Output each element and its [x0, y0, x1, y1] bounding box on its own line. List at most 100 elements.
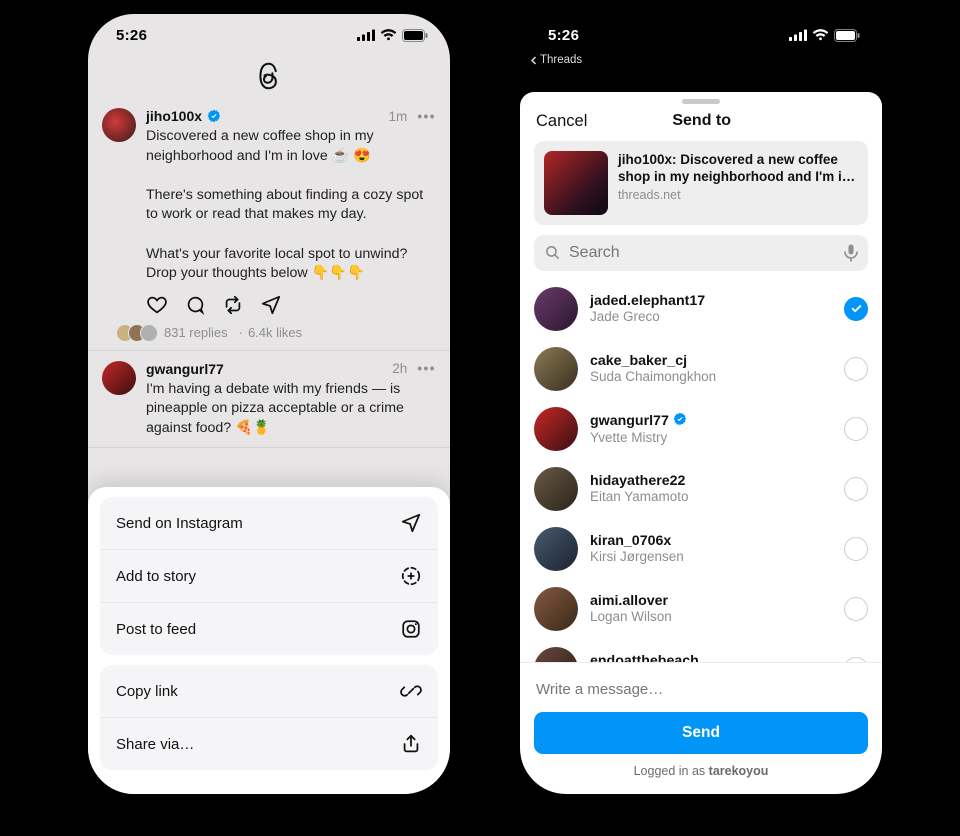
recipient-select-radio[interactable] [844, 297, 868, 321]
recipient-name: Yvette Mistry [590, 430, 832, 445]
recipient-handle: aimi.allover [590, 593, 668, 609]
share-up-icon [400, 733, 422, 755]
reply-icon[interactable] [184, 294, 206, 316]
share-option-copy-link[interactable]: Copy link [100, 665, 438, 717]
recipient-row[interactable]: kiran_0706xKirsi Jørgensen [534, 519, 868, 579]
recipient-select-radio[interactable] [844, 537, 868, 561]
recipient-select-radio[interactable] [844, 477, 868, 501]
post[interactable]: gwangurl77 2h ••• I'm having a debate wi… [88, 351, 450, 448]
recipient-select-radio[interactable] [844, 597, 868, 621]
avatar [534, 287, 578, 331]
avatar [534, 347, 578, 391]
recipient-handle: gwangurl77 [590, 413, 669, 429]
avatar[interactable] [102, 361, 136, 395]
like-icon[interactable] [146, 294, 168, 316]
share-preview: jiho100x: Discovered a new coffee shop i… [534, 141, 868, 225]
logged-in-as: Logged in as tarekoyou [534, 754, 868, 790]
recipient-handle: kiran_0706x [590, 533, 671, 549]
post-age: 2h [392, 361, 407, 376]
recipient-row[interactable]: gwangurl77Yvette Mistry [534, 399, 868, 459]
preview-text: jiho100x: Discovered a new coffee shop i… [618, 152, 855, 185]
verified-badge-icon [207, 109, 221, 123]
recipient-handle: cake_baker_cj [590, 353, 687, 369]
avatar[interactable] [102, 108, 136, 142]
share-option-send-on-instagram[interactable]: Send on Instagram [100, 497, 438, 549]
status-bar: 5:26 [520, 14, 882, 54]
avatar [534, 407, 578, 451]
post-body: Discovered a new coffee shop in my neigh… [146, 127, 436, 284]
recipient-handle: endoatthebeach [590, 653, 699, 662]
verified-badge-icon [673, 412, 687, 430]
repost-icon[interactable] [222, 294, 244, 316]
chevron-left-icon [530, 56, 537, 65]
instagram-icon [400, 618, 422, 640]
recipient-row[interactable]: aimi.alloverLogan Wilson [534, 579, 868, 639]
threads-share-sheet: Send on Instagram Add to story Post to f… [88, 487, 450, 794]
recipient-row[interactable]: endoatthebeachAlexa Smith [534, 639, 868, 663]
likes-count[interactable]: 6.4k likes [234, 325, 303, 340]
recipient-row[interactable]: cake_baker_cjSuda Chaimongkhon [534, 339, 868, 399]
battery-icon [834, 29, 860, 42]
recipient-handle: hidayathere22 [590, 473, 685, 489]
avatar [534, 587, 578, 631]
feed: jiho100x 1m ••• Discovered a new coffee … [88, 98, 450, 448]
search-field[interactable] [534, 235, 868, 271]
share-option-share-via[interactable]: Share via… [100, 717, 438, 770]
recipient-name: Eitan Yamamoto [590, 489, 832, 504]
grabber-handle[interactable] [682, 99, 720, 104]
post-age: 1m [389, 109, 408, 124]
status-right-icons [357, 29, 428, 42]
threads-logo-icon [256, 61, 282, 91]
mic-icon[interactable] [844, 244, 858, 262]
recipient-name: Kirsi Jørgensen [590, 549, 832, 564]
share-option-post-to-feed[interactable]: Post to feed [100, 602, 438, 655]
threads-header [88, 54, 450, 98]
status-right-icons [789, 29, 860, 42]
post-username[interactable]: gwangurl77 [146, 361, 224, 377]
search-input[interactable] [569, 244, 836, 262]
recipient-name: Jade Greco [590, 309, 832, 324]
message-input[interactable] [534, 673, 868, 706]
preview-thumbnail [544, 151, 608, 215]
recipient-select-radio[interactable] [844, 417, 868, 441]
add-story-icon [400, 565, 422, 587]
modal-title: Send to [537, 112, 866, 130]
phone-left-threads-share-sheet: 5:26 jiho100x [88, 14, 450, 794]
avatar [534, 647, 578, 663]
paper-plane-icon [400, 512, 422, 534]
more-icon[interactable]: ••• [417, 109, 436, 124]
avatar [534, 467, 578, 511]
post-body: I'm having a debate with my friends — is… [146, 380, 436, 439]
back-to-app[interactable]: Threads [520, 54, 882, 70]
recipient-select-radio[interactable] [844, 357, 868, 381]
preview-source: threads.net [618, 188, 858, 202]
share-option-add-to-story[interactable]: Add to story [100, 549, 438, 602]
recipient-handle: jaded.elephant17 [590, 293, 705, 309]
post-username[interactable]: jiho100x [146, 108, 202, 124]
cellular-icon [789, 29, 807, 41]
facepile[interactable] [122, 324, 158, 342]
status-time: 5:26 [116, 27, 147, 44]
cellular-icon [357, 29, 375, 41]
share-icon[interactable] [260, 294, 282, 316]
link-icon [400, 680, 422, 702]
recipient-name: Suda Chaimongkhon [590, 369, 832, 384]
send-button[interactable]: Send [534, 712, 868, 754]
wifi-icon [380, 29, 397, 41]
send-to-modal: Cancel Send to jiho100x: Discovered a ne… [520, 92, 882, 794]
status-time: 5:26 [548, 27, 579, 44]
battery-icon [402, 29, 428, 42]
search-icon [544, 244, 561, 261]
recipient-name: Logan Wilson [590, 609, 832, 624]
recipient-row[interactable]: jaded.elephant17Jade Greco [534, 279, 868, 339]
compose-area: Send Logged in as tarekoyou [520, 662, 882, 794]
post[interactable]: jiho100x 1m ••• Discovered a new coffee … [88, 98, 450, 351]
recipient-row[interactable]: hidayathere22Eitan Yamamoto [534, 459, 868, 519]
wifi-icon [812, 29, 829, 41]
phone-right-instagram-send-to: 5:26 Threads Cancel Send to jiho100x: Di… [520, 14, 882, 794]
status-bar: 5:26 [88, 14, 450, 54]
replies-count[interactable]: 831 replies [164, 325, 228, 340]
avatar [534, 527, 578, 571]
more-icon[interactable]: ••• [417, 361, 436, 376]
recipient-list[interactable]: jaded.elephant17Jade Grecocake_baker_cjS… [520, 279, 882, 663]
